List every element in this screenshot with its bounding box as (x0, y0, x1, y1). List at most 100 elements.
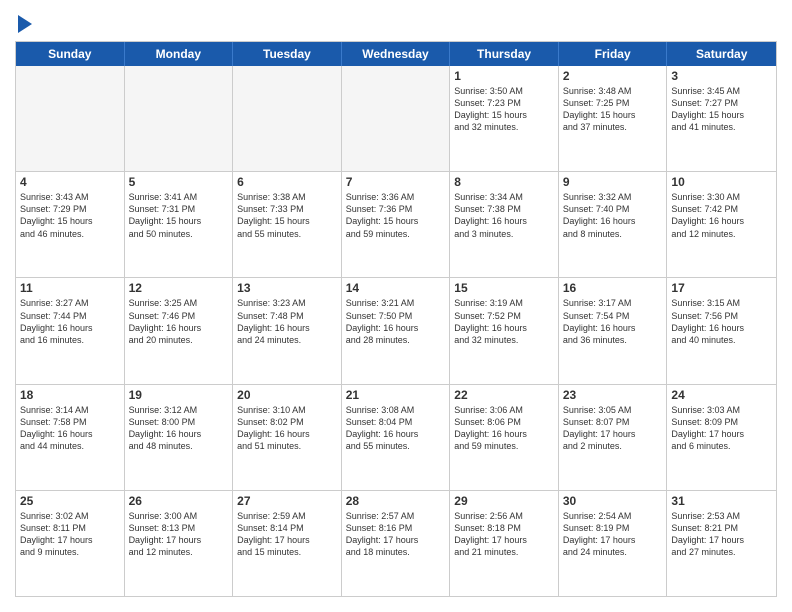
cell-info: Sunrise: 3:34 AMSunset: 7:38 PMDaylight:… (454, 191, 554, 240)
cell-info: Sunrise: 3:17 AMSunset: 7:54 PMDaylight:… (563, 297, 663, 346)
cell-info: Sunrise: 3:45 AMSunset: 7:27 PMDaylight:… (671, 85, 772, 134)
cell-info: Sunrise: 3:23 AMSunset: 7:48 PMDaylight:… (237, 297, 337, 346)
day-number: 21 (346, 388, 446, 402)
cal-cell: 30 Sunrise: 2:54 AMSunset: 8:19 PMDayligh… (559, 491, 668, 596)
cal-cell: 25 Sunrise: 3:02 AMSunset: 8:11 PMDayligh… (16, 491, 125, 596)
day-number: 8 (454, 175, 554, 189)
cal-cell: 9Sunrise: 3:32 AMSunset: 7:40 PMDaylight… (559, 172, 668, 277)
cell-info: Sunrise: 2:56 AMSunset: 8:18 PMDaylight:… (454, 510, 554, 559)
day-number: 23 (563, 388, 663, 402)
day-number: 2 (563, 69, 663, 83)
day-number: 25 (20, 494, 120, 508)
calendar-row-3: 18 Sunrise: 3:14 AMSunset: 7:58 PMDayligh… (16, 385, 776, 491)
cell-info: Sunrise: 3:36 AMSunset: 7:36 PMDaylight:… (346, 191, 446, 240)
day-number: 14 (346, 281, 446, 295)
day-number: 15 (454, 281, 554, 295)
cell-info: Sunrise: 3:32 AMSunset: 7:40 PMDaylight:… (563, 191, 663, 240)
header-day-sunday: Sunday (16, 42, 125, 66)
cell-info: Sunrise: 2:54 AMSunset: 8:19 PMDaylight:… (563, 510, 663, 559)
cell-info: Sunrise: 2:59 AMSunset: 8:14 PMDaylight:… (237, 510, 337, 559)
cell-info: Sunrise: 3:30 AMSunset: 7:42 PMDaylight:… (671, 191, 772, 240)
page: SundayMondayTuesdayWednesdayThursdayFrid… (0, 0, 792, 612)
cal-cell: 18 Sunrise: 3:14 AMSunset: 7:58 PMDayligh… (16, 385, 125, 490)
day-number: 30 (563, 494, 663, 508)
day-number: 7 (346, 175, 446, 189)
day-number: 22 (454, 388, 554, 402)
day-number: 27 (237, 494, 337, 508)
cell-info: Sunrise: 3:03 AMSunset: 8:09 PMDaylight:… (671, 404, 772, 453)
cal-cell: 20 Sunrise: 3:10 AMSunset: 8:02 PMDayligh… (233, 385, 342, 490)
cal-cell (233, 66, 342, 171)
cell-info: Sunrise: 3:38 AMSunset: 7:33 PMDaylight:… (237, 191, 337, 240)
day-number: 3 (671, 69, 772, 83)
cal-cell: 16 Sunrise: 3:17 AMSunset: 7:54 PMDayligh… (559, 278, 668, 383)
cell-info: Sunrise: 2:57 AMSunset: 8:16 PMDaylight:… (346, 510, 446, 559)
cell-info: Sunrise: 3:06 AMSunset: 8:06 PMDaylight:… (454, 404, 554, 453)
day-number: 24 (671, 388, 772, 402)
day-number: 5 (129, 175, 229, 189)
cell-info: Sunrise: 3:12 AMSunset: 8:00 PMDaylight:… (129, 404, 229, 453)
cell-info: Sunrise: 3:02 AMSunset: 8:11 PMDaylight:… (20, 510, 120, 559)
cal-cell: 26 Sunrise: 3:00 AMSunset: 8:13 PMDayligh… (125, 491, 234, 596)
cal-cell: 17 Sunrise: 3:15 AMSunset: 7:56 PMDayligh… (667, 278, 776, 383)
cal-cell: 19Sunrise: 3:12 AMSunset: 8:00 PMDayligh… (125, 385, 234, 490)
header-day-wednesday: Wednesday (342, 42, 451, 66)
cal-cell: 3 Sunrise: 3:45 AMSunset: 7:27 PMDaylight… (667, 66, 776, 171)
cell-info: Sunrise: 3:00 AMSunset: 8:13 PMDaylight:… (129, 510, 229, 559)
cell-info: Sunrise: 3:14 AMSunset: 7:58 PMDaylight:… (20, 404, 120, 453)
cal-cell: 27 Sunrise: 2:59 AMSunset: 8:14 PMDayligh… (233, 491, 342, 596)
cal-cell: 8 Sunrise: 3:34 AMSunset: 7:38 PMDaylight… (450, 172, 559, 277)
cell-info: Sunrise: 3:50 AMSunset: 7:23 PMDaylight:… (454, 85, 554, 134)
day-number: 20 (237, 388, 337, 402)
cell-info: Sunrise: 3:48 AMSunset: 7:25 PMDaylight:… (563, 85, 663, 134)
cal-cell (16, 66, 125, 171)
day-number: 12 (129, 281, 229, 295)
day-number: 16 (563, 281, 663, 295)
cell-info: Sunrise: 3:27 AMSunset: 7:44 PMDaylight:… (20, 297, 120, 346)
header-day-friday: Friday (559, 42, 668, 66)
header-day-thursday: Thursday (450, 42, 559, 66)
cell-info: Sunrise: 3:43 AMSunset: 7:29 PMDaylight:… (20, 191, 120, 240)
day-number: 29 (454, 494, 554, 508)
calendar-row-1: 4 Sunrise: 3:43 AMSunset: 7:29 PMDaylight… (16, 172, 776, 278)
day-number: 26 (129, 494, 229, 508)
cal-cell: 28 Sunrise: 2:57 AMSunset: 8:16 PMDayligh… (342, 491, 451, 596)
calendar-row-2: 11Sunrise: 3:27 AMSunset: 7:44 PMDayligh… (16, 278, 776, 384)
cal-cell: 23 Sunrise: 3:05 AMSunset: 8:07 PMDayligh… (559, 385, 668, 490)
cal-cell: 5Sunrise: 3:41 AMSunset: 7:31 PMDaylight… (125, 172, 234, 277)
day-number: 17 (671, 281, 772, 295)
header-day-tuesday: Tuesday (233, 42, 342, 66)
cell-info: Sunrise: 2:53 AMSunset: 8:21 PMDaylight:… (671, 510, 772, 559)
header-day-saturday: Saturday (667, 42, 776, 66)
cal-cell: 24 Sunrise: 3:03 AMSunset: 8:09 PMDayligh… (667, 385, 776, 490)
day-number: 4 (20, 175, 120, 189)
cal-cell (125, 66, 234, 171)
calendar-body: 1Sunrise: 3:50 AMSunset: 7:23 PMDaylight… (16, 66, 776, 596)
day-number: 13 (237, 281, 337, 295)
calendar-row-4: 25 Sunrise: 3:02 AMSunset: 8:11 PMDayligh… (16, 491, 776, 596)
cal-cell: 21Sunrise: 3:08 AMSunset: 8:04 PMDayligh… (342, 385, 451, 490)
cell-info: Sunrise: 3:25 AMSunset: 7:46 PMDaylight:… (129, 297, 229, 346)
cal-cell: 10 Sunrise: 3:30 AMSunset: 7:42 PMDayligh… (667, 172, 776, 277)
cell-info: Sunrise: 3:10 AMSunset: 8:02 PMDaylight:… (237, 404, 337, 453)
day-number: 10 (671, 175, 772, 189)
logo (15, 15, 32, 31)
cal-cell: 29 Sunrise: 2:56 AMSunset: 8:18 PMDayligh… (450, 491, 559, 596)
cal-cell (342, 66, 451, 171)
calendar-header: SundayMondayTuesdayWednesdayThursdayFrid… (16, 42, 776, 66)
day-number: 18 (20, 388, 120, 402)
cal-cell: 6Sunrise: 3:38 AMSunset: 7:33 PMDaylight… (233, 172, 342, 277)
cal-cell: 15 Sunrise: 3:19 AMSunset: 7:52 PMDayligh… (450, 278, 559, 383)
day-number: 31 (671, 494, 772, 508)
cal-cell: 14Sunrise: 3:21 AMSunset: 7:50 PMDayligh… (342, 278, 451, 383)
cell-info: Sunrise: 3:05 AMSunset: 8:07 PMDaylight:… (563, 404, 663, 453)
day-number: 28 (346, 494, 446, 508)
header (15, 15, 777, 31)
cal-cell: 7 Sunrise: 3:36 AMSunset: 7:36 PMDaylight… (342, 172, 451, 277)
cal-cell: 12 Sunrise: 3:25 AMSunset: 7:46 PMDayligh… (125, 278, 234, 383)
calendar: SundayMondayTuesdayWednesdayThursdayFrid… (15, 41, 777, 597)
cal-cell: 11Sunrise: 3:27 AMSunset: 7:44 PMDayligh… (16, 278, 125, 383)
cal-cell: 1Sunrise: 3:50 AMSunset: 7:23 PMDaylight… (450, 66, 559, 171)
cell-info: Sunrise: 3:15 AMSunset: 7:56 PMDaylight:… (671, 297, 772, 346)
cell-info: Sunrise: 3:19 AMSunset: 7:52 PMDaylight:… (454, 297, 554, 346)
